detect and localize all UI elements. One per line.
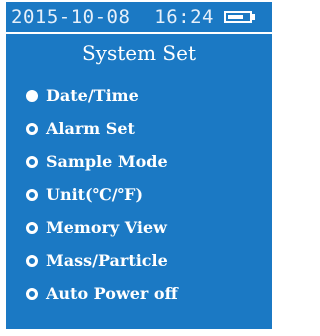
menu-item-mass-particle[interactable]: Mass/Particle [6,247,272,280]
menu-item-memory-view[interactable]: Memory View [6,214,272,247]
menu-item-label: Memory View [46,218,167,237]
radio-icon [26,255,38,267]
menu-item-alarm-set[interactable]: Alarm Set [6,115,272,148]
menu-item-unit[interactable]: Unit(℃/℉) [6,181,272,214]
menu-item-label: Auto Power off [46,284,178,303]
radio-icon [26,90,38,102]
menu-item-label: Alarm Set [46,119,135,138]
settings-menu: Date/Time Alarm Set Sample Mode Unit(℃/℉… [6,82,272,313]
page-title: System Set [81,41,197,65]
menu-item-label: Sample Mode [46,152,168,171]
menu-item-sample-mode[interactable]: Sample Mode [6,148,272,181]
radio-icon [26,288,38,300]
battery-level-fill [228,15,243,19]
menu-item-date-time[interactable]: Date/Time [6,82,272,115]
menu-item-label: Mass/Particle [46,251,168,270]
status-bar: 2015-10-08 16:24 [6,2,272,32]
radio-icon [26,222,38,234]
device-screen: 2015-10-08 16:24 System Set Date/Time Al… [6,2,272,329]
menu-item-label: Date/Time [46,86,139,105]
radio-icon [26,123,38,135]
datetime-display: 2015-10-08 16:24 [11,6,214,28]
radio-icon [26,189,38,201]
battery-tip [252,14,255,20]
radio-icon [26,156,38,168]
menu-item-auto-power-off[interactable]: Auto Power off [6,280,272,313]
battery-icon [224,11,252,23]
status-divider [6,32,272,34]
menu-item-label: Unit(℃/℉) [46,185,144,204]
